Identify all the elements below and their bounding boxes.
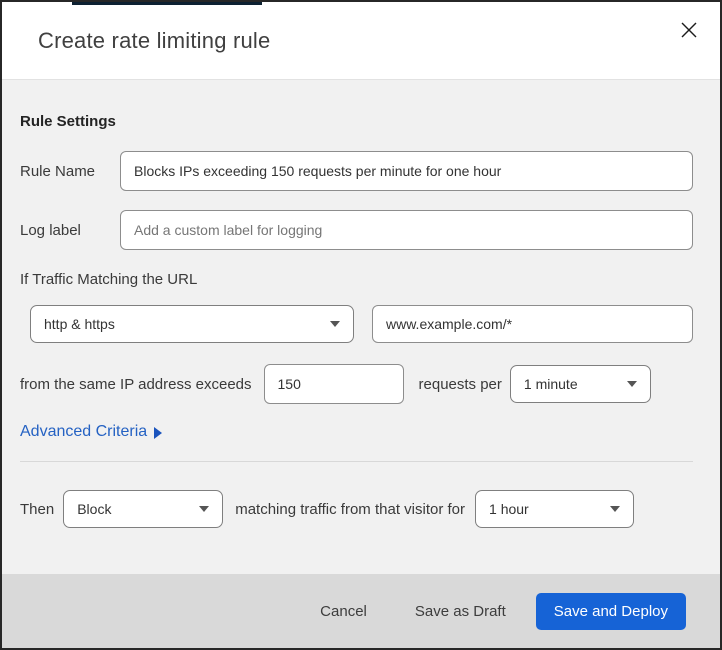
scheme-select-value: http & https <box>44 316 115 332</box>
close-button[interactable] <box>676 18 702 44</box>
cancel-button[interactable]: Cancel <box>318 597 369 626</box>
advanced-criteria-label: Advanced Criteria <box>20 423 148 440</box>
threshold-row: from the same IP address exceeds request… <box>20 364 693 404</box>
action-middle-text: matching traffic from that visitor for <box>235 500 466 518</box>
section-divider <box>20 461 693 462</box>
threshold-input[interactable] <box>263 364 404 404</box>
log-label-input[interactable] <box>120 210 693 250</box>
close-icon <box>680 21 698 42</box>
save-and-deploy-button[interactable]: Save and Deploy <box>535 592 686 630</box>
background-page-strip <box>72 2 262 5</box>
triangle-right-icon <box>154 426 163 439</box>
rule-name-label: Rule Name <box>20 162 96 180</box>
threshold-middle-text: requests per <box>418 375 502 393</box>
action-select-value: Block <box>77 501 112 517</box>
rule-name-row: Rule Name <box>20 151 693 191</box>
rule-name-input[interactable] <box>120 151 693 191</box>
advanced-criteria-link[interactable]: Advanced Criteria <box>20 423 163 441</box>
duration-select-value: 1 hour <box>489 501 529 517</box>
period-select-value: 1 minute <box>523 376 578 392</box>
dialog-footer: Cancel Save as Draft Save and Deploy <box>2 574 720 648</box>
dialog-body: Rule Settings Rule Name Log label If Tra… <box>2 80 720 574</box>
traffic-match-heading: If Traffic Matching the URL <box>20 271 198 288</box>
create-rate-limiting-rule-dialog: Create rate limiting rule Rule Settings … <box>0 0 722 650</box>
log-label-row: Log label <box>20 210 693 250</box>
save-as-draft-button[interactable]: Save as Draft <box>413 597 508 626</box>
chevron-down-icon <box>199 506 210 512</box>
rule-settings-heading: Rule Settings <box>20 113 116 130</box>
url-pattern-input[interactable] <box>372 305 693 343</box>
then-text: Then <box>20 500 55 518</box>
dialog-header: Create rate limiting rule <box>2 2 720 80</box>
period-select[interactable]: 1 minute <box>509 365 651 403</box>
action-row: Then Block matching traffic from that vi… <box>20 490 693 528</box>
chevron-down-icon <box>626 381 637 387</box>
chevron-down-icon <box>610 506 621 512</box>
page-title: Create rate limiting rule <box>38 27 271 53</box>
chevron-down-icon <box>330 321 340 327</box>
threshold-prefix-text: from the same IP address exceeds <box>20 375 252 393</box>
scheme-select[interactable]: http & https <box>30 305 354 343</box>
url-match-row: http & https <box>20 305 693 343</box>
action-select[interactable]: Block <box>63 490 224 528</box>
duration-select[interactable]: 1 hour <box>475 490 635 528</box>
log-label-label: Log label <box>20 221 81 239</box>
